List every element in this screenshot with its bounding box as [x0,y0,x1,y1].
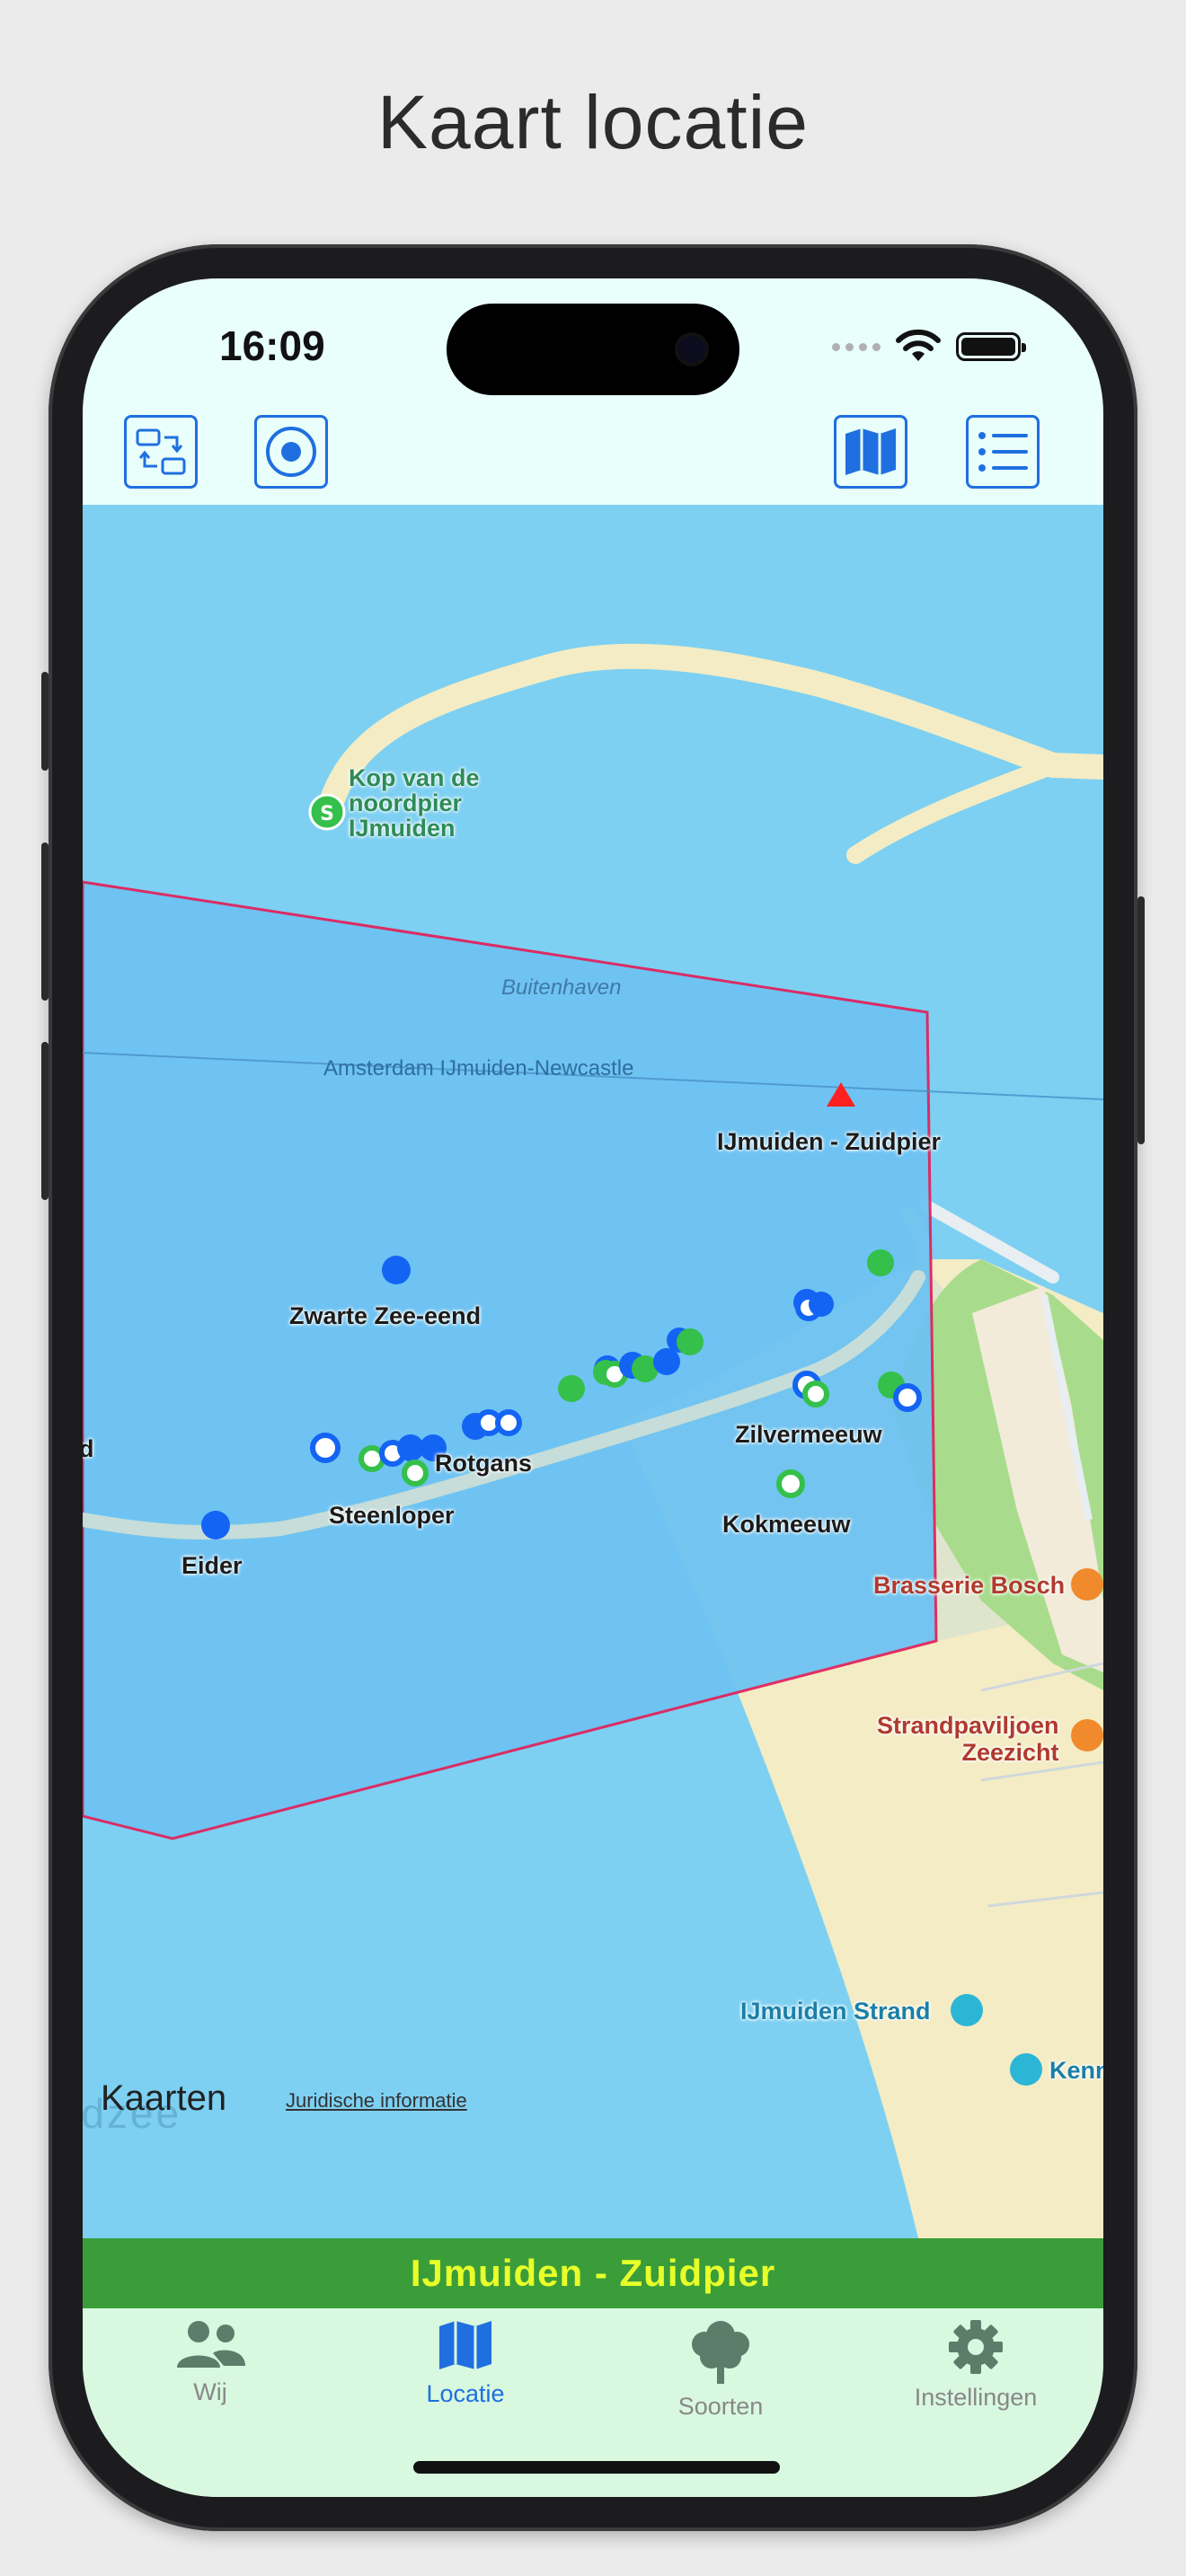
map-label-edge: d [83,1435,94,1462]
map-label-zilvermeeuw[interactable]: Zilvermeeuw [735,1421,882,1449]
switch-view-button[interactable] [124,415,198,489]
tab-instellingen[interactable]: Instellingen [848,2317,1103,2434]
map-label-zuidpier[interactable]: IJmuiden - Zuidpier [717,1128,941,1156]
power-button [1137,896,1145,1144]
switch-arrows-icon [136,428,186,475]
map-icon [439,2321,491,2369]
status-time: 16:09 [219,322,325,369]
wifi-icon [896,329,941,361]
home-indicator[interactable] [413,2461,780,2474]
map-type-button[interactable] [834,415,907,489]
map-label-ijmuiden-strand[interactable]: IJmuiden Strand [740,1998,931,2025]
gear-icon [949,2320,1003,2374]
map-icon [845,428,896,475]
maps-attribution: Kaarten [101,2078,227,2118]
map-label-zwarte-zee-eend[interactable]: Zwarte Zee-eend [289,1302,481,1330]
battery-icon [956,332,1026,361]
map-label-kenn[interactable]: Kenn [1049,2057,1103,2085]
target-icon [266,427,316,477]
list-button[interactable] [966,415,1040,489]
tab-locatie[interactable]: Locatie [338,2317,593,2434]
locate-button[interactable] [254,415,328,489]
map-label-rotgans[interactable]: Rotgans [435,1450,532,1478]
signal-icon [832,342,881,351]
tab-wij[interactable]: Wij [83,2317,338,2434]
tree-icon [692,2321,749,2384]
map-label-brasserie[interactable]: Brasserie Bosch [873,1572,1065,1600]
volume-down-button [41,1042,49,1200]
map-canvas: S [83,643,1103,2238]
map-label-ferry-route: Amsterdam IJmuiden-Newcastle [323,1056,634,1081]
map-view[interactable]: S Kop van de noordpier IJmuiden Buitenha… [83,505,1103,2238]
map-label-kokmeeuw[interactable]: Kokmeeuw [722,1511,851,1539]
volume-up-button [41,842,49,1001]
svg-text:S: S [320,803,334,825]
action-button [41,672,49,771]
list-icon [978,432,1028,472]
dynamic-island [447,304,739,395]
map-label-buitenhaven: Buitenhaven [501,975,622,1000]
tab-soorten[interactable]: Soorten [593,2317,848,2434]
phone-screen: 16:09 S Kop van de noordpier IJmuiden Bu… [83,278,1103,2497]
map-label-steenloper[interactable]: Steenloper [329,1502,455,1530]
legal-link[interactable]: Juridische informatie [286,2089,467,2113]
status-icons [832,329,1026,365]
page-title: Kaart locatie [377,80,809,164]
people-icon [177,2321,245,2368]
map-label-strandpaviljoen[interactable]: Strandpaviljoen Zeezicht [877,1712,1059,1766]
map-label-kop-noordpier[interactable]: Kop van de noordpier IJmuiden [349,765,480,841]
location-banner: IJmuiden - Zuidpier [83,2238,1103,2308]
map-label-eider[interactable]: Eider [181,1552,243,1580]
